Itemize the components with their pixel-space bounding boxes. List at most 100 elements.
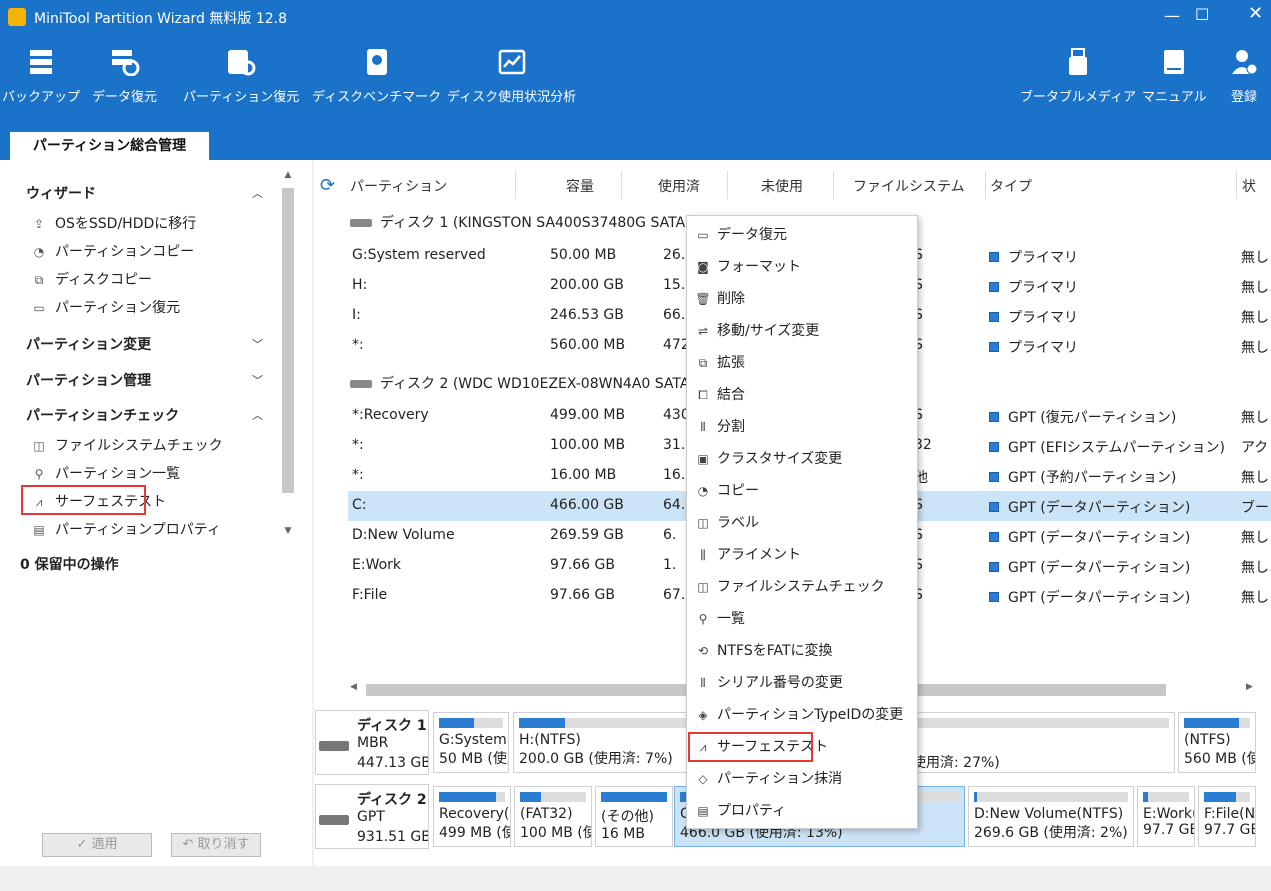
menu-item-align[interactable]: ⫼ アライメント <box>687 539 917 571</box>
manual-button[interactable]: マニュアル <box>1142 48 1207 105</box>
partition-type-icon <box>989 412 999 422</box>
properties-icon: ▤ <box>697 804 709 818</box>
partition-type-icon <box>989 562 999 572</box>
register-button[interactable]: 登録 <box>1230 48 1258 105</box>
menu-item-properties[interactable]: ▤ プロパティ <box>687 795 917 827</box>
section-wizard-title[interactable]: ウィザード <box>26 183 96 203</box>
space-analyzer-button[interactable]: ディスク使用状況分析 <box>447 48 576 105</box>
undo-button[interactable]: ↶ 取り消す <box>171 833 261 857</box>
partition-size: 499 MB (使 <box>439 825 511 841</box>
expand-down-icon[interactable]: ﹀ <box>252 372 263 388</box>
partition-block[interactable]: (NTFS) 560 MB (使 <box>1178 712 1256 773</box>
disk2-map-name: ディスク 2 <box>357 792 427 808</box>
col-unused[interactable]: 未使用 <box>761 176 803 196</box>
type-label: GPT (データパーティション) <box>1008 590 1191 606</box>
collapse-up-icon[interactable]: ︿ <box>252 185 263 201</box>
partition-block[interactable]: (その他) 16 MB <box>595 786 673 847</box>
type-label: GPT (データパーティション) <box>1008 560 1191 576</box>
expand-down-icon[interactable]: ﹀ <box>252 336 263 352</box>
col-capacity[interactable]: 容量 <box>566 176 594 196</box>
menu-item-label: NTFSをFATに変換 <box>717 643 833 659</box>
menu-item-label: 移動/サイズ変更 <box>717 323 820 339</box>
partition-label: Recovery(N <box>439 806 510 822</box>
sidebar-item-fs-check[interactable]: ◫ ファイルシステムチェック <box>30 435 222 455</box>
partition-block[interactable]: E:Work(97.7 GB <box>1137 786 1195 847</box>
disk1-header[interactable]: ディスク 1 (KINGSTON SA400S37480G SATA, MB <box>350 212 716 232</box>
sidebar-item-explore[interactable]: ⚲ パーティション一覧 <box>30 463 181 483</box>
col-type[interactable]: タイプ <box>990 176 1032 196</box>
type-label: GPT (予約パーティション) <box>1008 470 1177 486</box>
disk-map-disk1[interactable]: ディスク 1 MBR 447.13 GB <box>315 710 429 775</box>
partition-block[interactable]: D:New Volume(NTFS) 269.6 GB (使用済: 2%) <box>968 786 1134 847</box>
sidebar-item-label: ディスクコピー <box>55 272 153 288</box>
menu-item-wipe[interactable]: ◇ パーティション抹消 <box>687 763 917 795</box>
menu-item-typeid[interactable]: ◈ パーティションTypeIDの変更 <box>687 699 917 731</box>
drive-icon: ▭ <box>697 228 709 242</box>
menu-item-check[interactable]: ◫ ファイルシステムチェック <box>687 571 917 603</box>
disk-map-disk2[interactable]: ディスク 2 GPT 931.51 GB <box>315 784 429 849</box>
refresh-icon[interactable]: ⟳ <box>320 175 335 196</box>
menu-item-cluster[interactable]: ▣ クラスタサイズ変更 <box>687 443 917 475</box>
disk-icon <box>319 741 349 751</box>
space-analyzer-icon <box>498 49 525 75</box>
maximize-icon[interactable]: ☐ <box>1195 5 1209 24</box>
partition-recovery-button[interactable]: パーティション復元 <box>183 48 299 105</box>
cell-capacity: 246.53 GB <box>550 307 624 323</box>
partition-size: 16 MB <box>601 826 645 842</box>
bootable-media-label: ブータブルメディア <box>1020 90 1137 105</box>
col-status[interactable]: 状 <box>1242 176 1256 196</box>
menu-item-extend[interactable]: ⧉ 拡張 <box>687 347 917 379</box>
partition-size: 560 MB (使 <box>1184 751 1256 767</box>
sidebar-item-disk-copy[interactable]: ⧉ ディスクコピー <box>30 269 152 289</box>
sidebar-item-partition-copy[interactable]: ◔ パーティションコピー <box>30 241 194 261</box>
cell-partition: *: <box>352 437 364 453</box>
col-partition[interactable]: パーティション <box>350 176 447 196</box>
minimize-icon[interactable]: — <box>1164 6 1180 25</box>
menu-item-label[interactable]: ◫ ラベル <box>687 507 917 539</box>
disk2-header[interactable]: ディスク 2 (WDC WD10EZEX-08WN4A0 SATA, C <box>350 373 708 393</box>
menu-item-label: ファイルシステムチェック <box>717 579 885 595</box>
partition-block[interactable]: (FAT32) 100 MB (使 <box>514 786 592 847</box>
sidebar-scrollbar[interactable]: ▲ ▼ <box>281 170 295 540</box>
drive-icon: ▭ <box>33 301 45 315</box>
sidebar-item-properties[interactable]: ▤ パーティションプロパティ <box>30 519 221 539</box>
sidebar-item-migrate-os[interactable]: ⇪ OSをSSD/HDDに移行 <box>30 213 196 233</box>
menu-item-convert[interactable]: ⟲ NTFSをFATに変換 <box>687 635 917 667</box>
menu-item-resize[interactable]: ⇌ 移動/サイズ変更 <box>687 315 917 347</box>
collapse-up-icon[interactable]: ︿ <box>252 407 263 423</box>
menu-item-merge[interactable]: ⧠ 結合 <box>687 379 917 411</box>
menu-item-explore[interactable]: ⚲ 一覧 <box>687 603 917 635</box>
tab-partition-management[interactable]: パーティション総合管理 <box>10 132 209 160</box>
menu-item-label: アライメント <box>717 547 801 563</box>
highlight-box <box>21 485 146 515</box>
col-divider <box>833 171 834 199</box>
data-recovery-button[interactable]: データ復元 <box>92 48 157 105</box>
partition-block[interactable]: G:System r 50 MB (使用 <box>433 712 509 773</box>
sidebar-item-partition-recovery[interactable]: ▭ パーティション復元 <box>30 297 180 317</box>
backup-label: バックアップ <box>2 90 81 105</box>
disk-icon <box>319 815 349 825</box>
disk-benchmark-button[interactable]: ディスクベンチマーク <box>312 48 441 105</box>
delete-icon: 🗑 <box>695 292 711 306</box>
backup-button[interactable]: バックアップ <box>2 48 80 105</box>
section-partition-manage-title[interactable]: パーティション管理 <box>26 370 151 390</box>
section-partition-check-title[interactable]: パーティションチェック <box>26 405 179 425</box>
partition-block[interactable]: F:File(N 97.7 GB <box>1198 786 1256 847</box>
bootable-media-button[interactable]: ブータブルメディア <box>1020 48 1136 105</box>
menu-item-copy[interactable]: ◔ コピー <box>687 475 917 507</box>
partition-block[interactable]: Recovery(N 499 MB (使 <box>433 786 511 847</box>
cell-used: 66. <box>663 307 686 323</box>
menu-item-delete[interactable]: 🗑 削除 <box>687 283 917 315</box>
col-used[interactable]: 使用済 <box>658 176 700 196</box>
section-partition-change-title[interactable]: パーティション変更 <box>26 334 151 354</box>
menu-item-serial[interactable]: ⦀ シリアル番号の変更 <box>687 667 917 699</box>
menu-item-format[interactable]: ◙ フォーマット <box>687 251 917 283</box>
close-icon[interactable]: ✕ <box>1248 3 1263 24</box>
menu-item-drive[interactable]: ▭ データ復元 <box>687 219 917 251</box>
cell-capacity: 97.66 GB <box>550 557 615 573</box>
disk-icon <box>350 380 372 388</box>
col-filesystem[interactable]: ファイルシステム <box>853 176 965 196</box>
apply-button[interactable]: ✓ 適用 <box>42 833 152 857</box>
register-label: 登録 <box>1230 90 1257 105</box>
menu-item-split[interactable]: ⫴ 分割 <box>687 411 917 443</box>
